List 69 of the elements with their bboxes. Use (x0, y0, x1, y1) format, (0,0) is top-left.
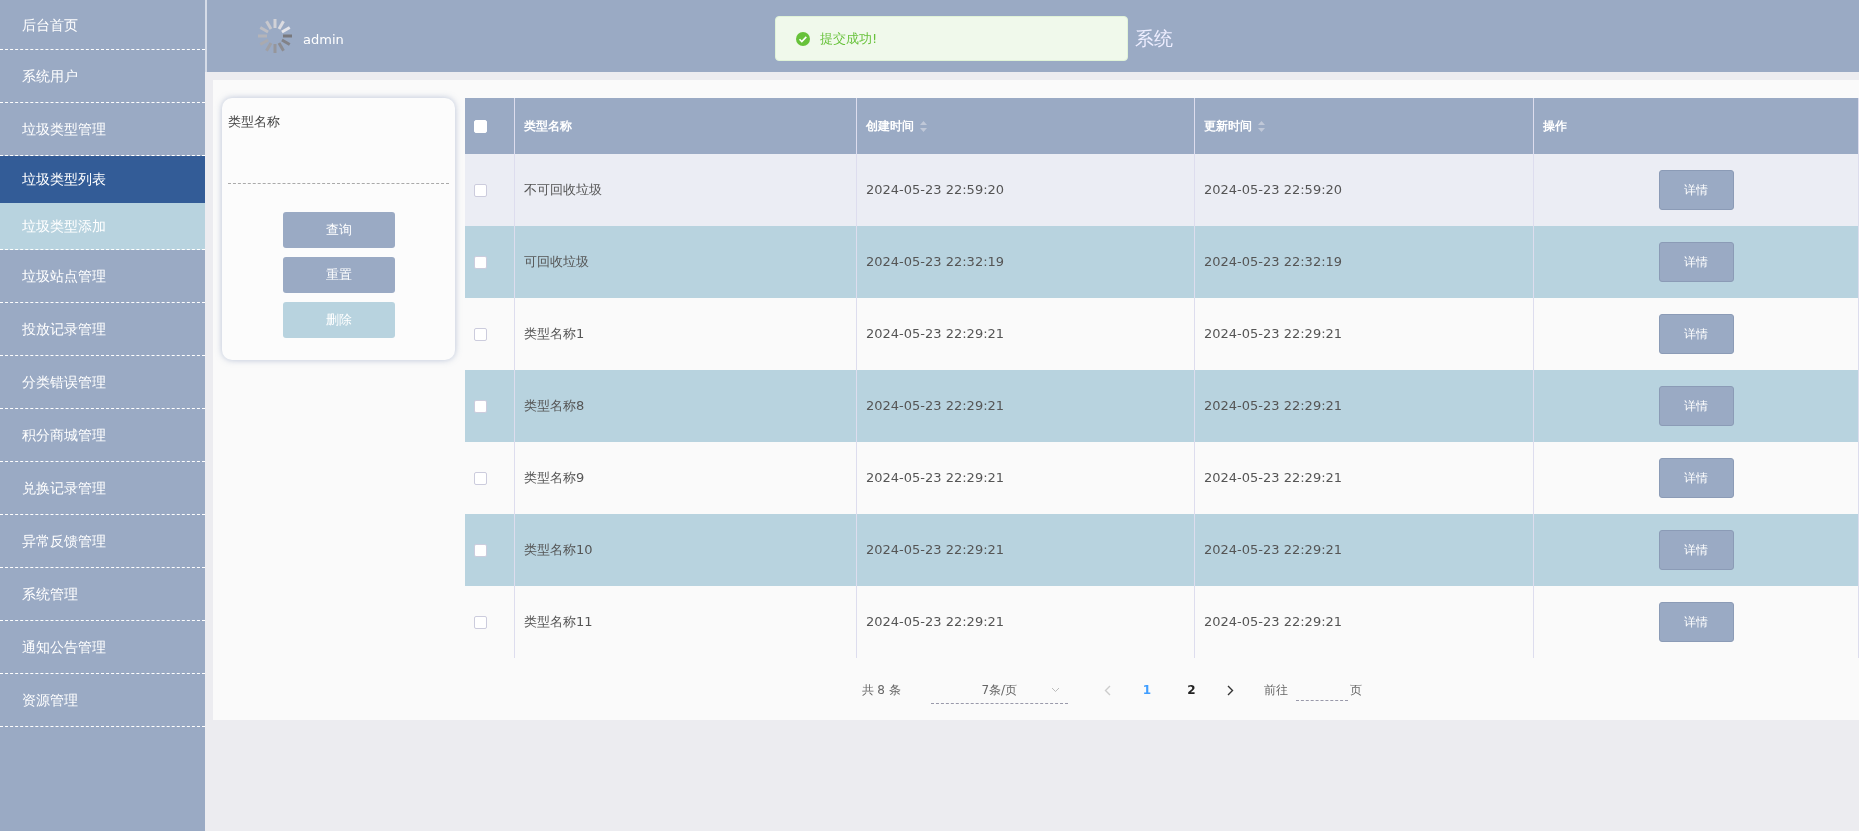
details-button[interactable]: 详情 (1658, 170, 1734, 210)
sidebar-item[interactable]: 分类错误管理 (0, 356, 205, 409)
sidebar-item[interactable]: 垃圾站点管理 (0, 250, 205, 303)
table-cell-text: 2024-05-23 22:29:21 (1204, 613, 1343, 632)
sidebar-item[interactable]: 资源管理 (0, 674, 205, 727)
total-count: 共 8 条 (861, 682, 901, 699)
table-cell-text: 2024-05-23 22:29:21 (866, 541, 1005, 560)
table-cell-text: 不可回收垃圾 (524, 181, 602, 200)
column-header[interactable]: 更新时间 (1204, 117, 1265, 135)
sidebar-item[interactable]: 积分商城管理 (0, 409, 205, 462)
sidebar-item[interactable]: 投放记录管理 (0, 303, 205, 356)
page-suffix: 页 (1350, 682, 1363, 699)
page-number[interactable]: 1 (1136, 680, 1158, 700)
details-button[interactable]: 详情 (1658, 458, 1734, 498)
sidebar-item[interactable]: 异常反馈管理 (0, 515, 205, 568)
table-cell-text: 2024-05-23 22:32:19 (1204, 253, 1343, 272)
details-button[interactable]: 详情 (1658, 602, 1734, 642)
row-checkbox[interactable] (474, 255, 487, 269)
row-checkbox[interactable] (474, 327, 487, 341)
details-button[interactable]: 详情 (1658, 242, 1734, 282)
toast-message: 提交成功! (820, 29, 878, 48)
row-checkbox[interactable] (474, 399, 487, 413)
details-button[interactable]: 详情 (1658, 386, 1734, 426)
sidebar-item[interactable]: 兑换记录管理 (0, 462, 205, 515)
goto-label: 前往 (1264, 682, 1289, 699)
page-number[interactable]: 2 (1181, 680, 1202, 700)
table-cell-text: 2024-05-23 22:29:21 (866, 397, 1005, 416)
user-name: admin (303, 31, 344, 50)
table-cell-text: 类型名称1 (524, 325, 585, 344)
table-cell-text: 类型名称10 (524, 541, 593, 560)
row-checkbox[interactable] (474, 543, 487, 557)
column-header[interactable]: 创建时间 (866, 117, 927, 135)
table-cell-text: 2024-05-23 22:29:21 (866, 469, 1005, 488)
table-cell-text: 2024-05-23 22:59:20 (1204, 181, 1343, 200)
table-cell-text: 2024-05-23 22:32:19 (866, 253, 1005, 272)
table-cell-text: 2024-05-23 22:29:21 (1204, 325, 1343, 344)
sort-icon[interactable] (1258, 120, 1265, 132)
details-button[interactable]: 详情 (1658, 314, 1734, 354)
sidebar-subitem[interactable]: 垃圾类型列表 (0, 156, 205, 203)
table-cell-text: 2024-05-23 22:29:21 (1204, 469, 1343, 488)
next-page-icon[interactable] (1227, 684, 1235, 696)
sidebar-subitem[interactable]: 垃圾类型添加 (0, 203, 205, 250)
table-cell-text: 类型名称8 (524, 397, 585, 416)
table-cell-text: 2024-05-23 22:59:20 (866, 181, 1005, 200)
row-checkbox[interactable] (474, 615, 487, 629)
table-cell-text: 类型名称11 (524, 613, 593, 632)
action-button[interactable]: 查询 (282, 211, 395, 248)
page-title: 系统 (1135, 26, 1173, 51)
sidebar-item[interactable]: 通知公告管理 (0, 621, 205, 674)
row-checkbox[interactable] (474, 183, 487, 197)
table-cell-text: 2024-05-23 22:29:21 (1204, 397, 1343, 416)
column-header[interactable]: 类型名称 (524, 117, 572, 135)
action-button[interactable]: 重置 (282, 256, 395, 293)
field-label: 类型名称 (228, 113, 280, 131)
table-cell-text: 2024-05-23 22:29:21 (1204, 541, 1343, 560)
row-checkbox[interactable] (474, 471, 487, 485)
success-icon (796, 31, 810, 46)
details-button[interactable]: 详情 (1658, 530, 1734, 570)
table-cell-text: 类型名称9 (524, 469, 585, 488)
column-header[interactable]: 操作 (1543, 117, 1567, 135)
sort-icon[interactable] (920, 120, 927, 132)
table-cell-text: 2024-05-23 22:29:21 (866, 325, 1005, 344)
select-all-checkbox[interactable] (474, 119, 487, 133)
loading-icon (257, 18, 293, 54)
sidebar-item[interactable]: 系统管理 (0, 568, 205, 621)
table-cell-text: 2024-05-23 22:29:21 (866, 613, 1005, 632)
page-size-select[interactable]: 7条/页 (930, 676, 1068, 704)
table-cell-text: 可回收垃圾 (524, 253, 589, 272)
chevron-down-icon (1050, 686, 1060, 693)
